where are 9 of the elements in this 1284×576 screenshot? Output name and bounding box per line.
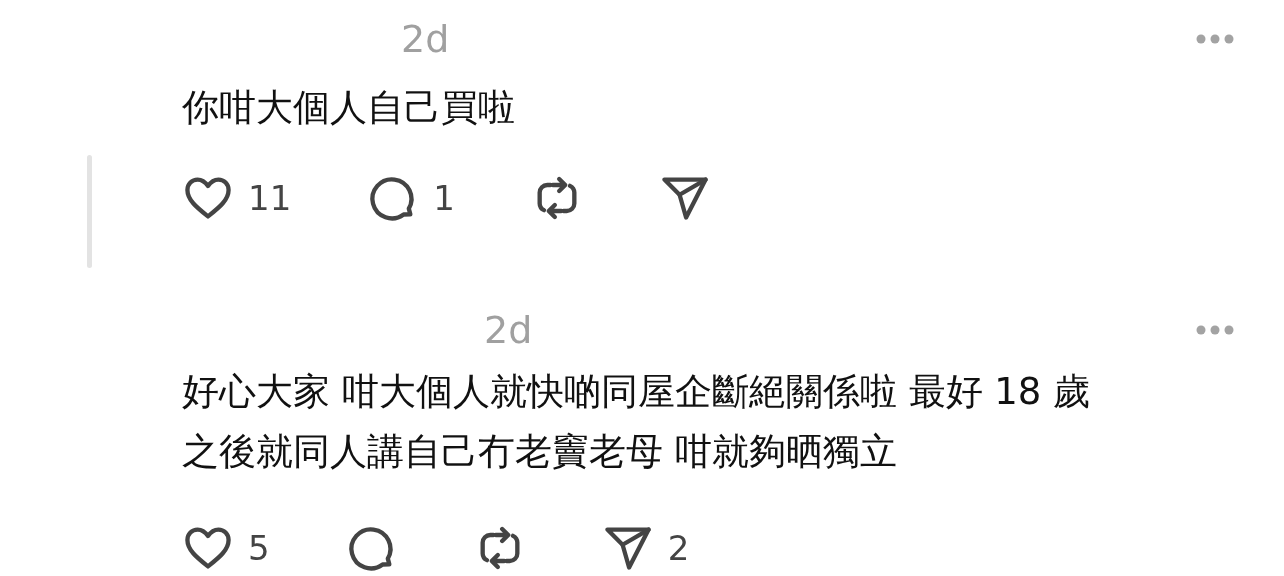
- comment-text: 好心大家 咁大個人就快啲同屋企斷絕關係啦 最好 18 歲: [182, 369, 1092, 415]
- action-count: 11: [248, 178, 292, 218]
- action-count: 5: [248, 528, 270, 568]
- timestamp: 2d: [484, 308, 533, 352]
- comment-text: 之後就同人講自己冇老竇老母 咁就夠晒獨立: [182, 429, 898, 475]
- action-count: 1: [433, 178, 455, 218]
- timestamp: 2d: [401, 17, 450, 61]
- comment-text: 你咁大個人自己買啦: [182, 85, 516, 131]
- action-count: 2: [667, 528, 690, 568]
